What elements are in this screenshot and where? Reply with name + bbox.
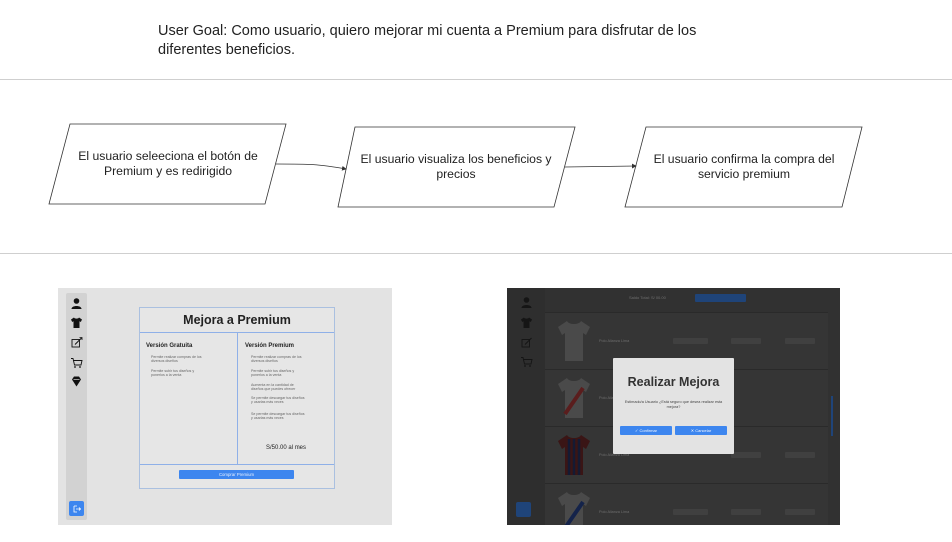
premium-heading: Versión Premium <box>245 343 295 349</box>
logout-icon <box>73 505 81 512</box>
panel-title: Mejora a Premium <box>183 313 291 327</box>
size-select[interactable] <box>673 338 708 344</box>
shirt-icon[interactable] <box>520 316 533 329</box>
flow-node-1-label: El usuario seleeciona el botón de Premiu… <box>78 149 258 178</box>
free-heading: Versión Gratuita <box>146 343 193 349</box>
scrollbar[interactable] <box>831 396 833 436</box>
design-icon[interactable] <box>70 336 83 349</box>
size-select[interactable] <box>673 509 708 515</box>
user-icon[interactable] <box>520 296 533 309</box>
flow-edge-1 <box>275 163 347 171</box>
premium-feature: Se permite descargar tus diseños y usarl… <box>251 396 305 405</box>
confirm-upgrade-mockup: Saldo Total: S/ 00.00 Polo Alianza Lima … <box>507 288 840 525</box>
product-name: Polo Alianza Lima <box>599 510 630 514</box>
cart-icon[interactable] <box>520 355 533 368</box>
product-row: Polo Alianza Lima <box>545 483 828 525</box>
flow-diagram <box>48 123 863 208</box>
modal-message: Estimado/a Usuario ¿Está seguro que dese… <box>624 400 723 409</box>
free-feature: Permite subir tus diseños y ponerlos a l… <box>151 369 195 378</box>
user-icon[interactable] <box>70 297 83 310</box>
product-shirt-image <box>558 321 590 361</box>
product-name: Polo Alianza Lima <box>599 339 630 343</box>
flow-edge-2 <box>564 163 637 169</box>
logout-button[interactable] <box>516 502 531 517</box>
confirm-button[interactable]: ✓ Confirmar <box>620 426 672 435</box>
premium-feature: Permite realizar compras de los diversos… <box>251 355 302 364</box>
sidebar <box>66 293 87 520</box>
sidebar <box>507 288 545 525</box>
shirt-icon[interactable] <box>70 316 83 329</box>
cancel-label: Cancelar <box>695 428 712 433</box>
buy-premium-button[interactable]: Comprar Premium <box>179 470 294 479</box>
product-shirt-image <box>558 492 590 525</box>
premium-page-mockup: Mejora a Premium Versión Gratuita Permit… <box>58 288 392 525</box>
confirm-label: Confirmar <box>639 428 658 433</box>
flow-node-2-label: El usuario visualiza los beneficios y pr… <box>360 152 552 181</box>
logout-button[interactable] <box>69 501 84 516</box>
premium-feature: Permite subir tus diseños y ponerlos a l… <box>251 369 295 378</box>
premium-icon[interactable] <box>70 375 83 388</box>
panel-divider-bottom <box>140 464 334 465</box>
premium-panel: Mejora a Premium Versión Gratuita Permit… <box>139 307 335 489</box>
price-field <box>731 509 761 515</box>
product-shirt-image <box>558 435 590 475</box>
free-feature: Permite realizar compras de los diversos… <box>151 355 202 364</box>
cancel-button[interactable]: ✕ Cancelar <box>675 426 727 435</box>
flow-node-3-label: El usuario confirma la compra del servic… <box>653 152 835 181</box>
subtotal-field <box>785 338 815 344</box>
subtotal-field <box>785 509 815 515</box>
price-field <box>731 452 761 458</box>
design-icon[interactable] <box>520 336 533 349</box>
cart-icon[interactable] <box>70 356 83 369</box>
panel-divider-middle <box>237 332 238 464</box>
confirm-modal: Realizar Mejora Estimado/a Usuario ¿Está… <box>613 358 734 454</box>
top-action-button[interactable] <box>695 294 746 302</box>
balance-label: Saldo Total: S/ 00.00 <box>629 295 666 300</box>
premium-feature: Aumenta en la cantidad de diseños que pu… <box>251 383 296 392</box>
subtotal-field <box>785 452 815 458</box>
price-field <box>731 338 761 344</box>
product-shirt-image <box>558 378 590 418</box>
premium-price: S/50.00 al mes <box>266 445 307 451</box>
premium-feature: Se permite descargar tus diseños y usarl… <box>251 412 305 421</box>
modal-title: Realizar Mejora <box>627 375 720 389</box>
